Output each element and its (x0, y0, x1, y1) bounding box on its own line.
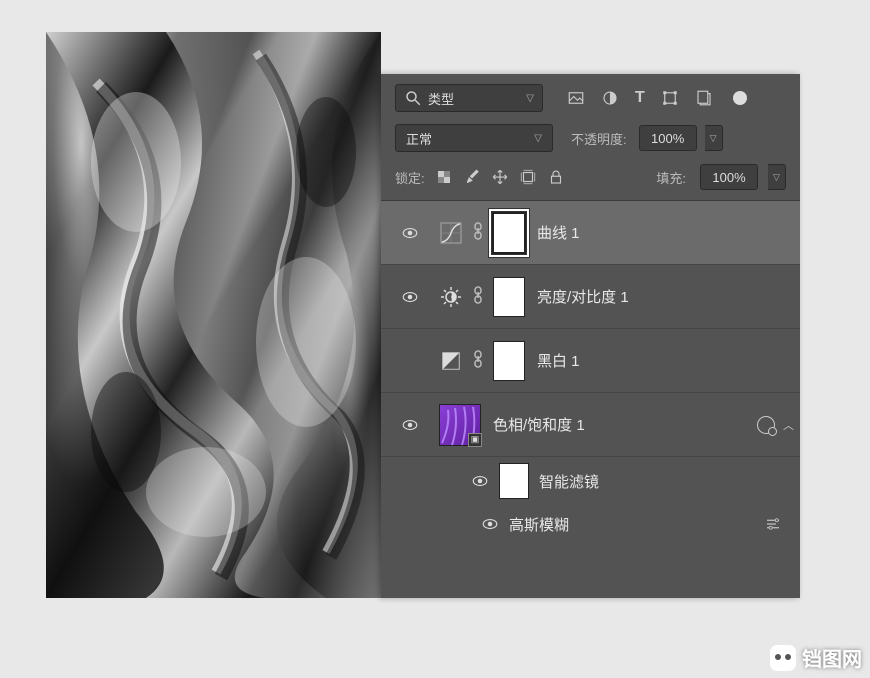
lock-fill-row: 锁定: 填充: 100% ▽ (381, 160, 800, 201)
fill-value: 100% (712, 170, 745, 185)
filter-type-select[interactable]: 类型 ▽ (395, 84, 543, 112)
layer-name: 曲线 1 (537, 222, 580, 243)
shape-filter-icon[interactable] (661, 89, 679, 107)
opacity-value: 100% (651, 131, 684, 146)
layer-name: 黑白 1 (537, 350, 580, 371)
smartobject-badge-icon: ▣ (468, 433, 482, 447)
visibility-icon[interactable] (401, 288, 419, 306)
layer-filter-row: 类型 ▽ T (381, 74, 800, 120)
smart-filter-item[interactable]: 高斯模糊 (381, 505, 800, 543)
image-filter-icon[interactable] (567, 89, 585, 107)
layer-curves[interactable]: 曲线 1 (381, 201, 800, 265)
opacity-field[interactable]: 100% (639, 125, 697, 151)
lock-transparent-icon[interactable] (435, 168, 453, 186)
fill-dropdown[interactable]: ▽ (768, 164, 786, 190)
lock-artboard-icon[interactable] (519, 168, 537, 186)
blackwhite-icon (439, 349, 463, 373)
layer-mask[interactable] (493, 341, 525, 381)
visibility-icon[interactable] (401, 416, 419, 434)
chevron-up-icon[interactable]: ︿ (783, 417, 794, 433)
curves-icon (439, 221, 463, 245)
layer-mask[interactable] (493, 213, 525, 253)
lock-position-icon[interactable] (491, 168, 509, 186)
lock-label: 锁定: (395, 168, 425, 187)
lock-all-icon[interactable] (547, 168, 565, 186)
layer-brightness[interactable]: 亮度/对比度 1 (381, 265, 800, 329)
smartobject-thumbnail[interactable]: ▣ (439, 404, 481, 446)
document-canvas[interactable] (46, 32, 381, 598)
opacity-label: 不透明度: (571, 129, 627, 148)
filter-toggle[interactable] (733, 91, 747, 105)
layer-name: 色相/饱和度 1 (493, 414, 585, 435)
layers-panel: 类型 ▽ T 正常 ▽ 不透明度: 100% ▽ 锁定: (381, 74, 800, 598)
smart-filters-label: 智能滤镜 (539, 471, 599, 492)
smart-filters-header[interactable]: 智能滤镜 (381, 457, 800, 505)
chevron-down-icon: ▽ (526, 93, 534, 104)
filter-type-label: 类型 (428, 89, 454, 108)
layers-list: 曲线 1 亮度/对比度 1 黑白 1 (381, 201, 800, 598)
watermark-text: 铛图网 (802, 643, 862, 672)
blend-mode-value: 正常 (406, 129, 432, 148)
fill-label: 填充: (656, 168, 686, 187)
smartobject-filter-icon[interactable] (695, 89, 713, 107)
text-filter-icon[interactable]: T (635, 89, 645, 107)
filter-name: 高斯模糊 (509, 514, 569, 535)
fill-field[interactable]: 100% (700, 164, 758, 190)
link-icon[interactable] (471, 222, 485, 243)
layer-huesat[interactable]: ▣ 色相/饱和度 1 ︿ (381, 393, 800, 457)
filter-effects-icon[interactable] (757, 416, 775, 434)
watermark-icon (770, 645, 796, 671)
layer-mask[interactable] (493, 277, 525, 317)
link-icon[interactable] (471, 350, 485, 371)
layer-name: 亮度/对比度 1 (537, 286, 629, 307)
visibility-icon[interactable] (471, 472, 489, 490)
lock-brush-icon[interactable] (463, 168, 481, 186)
filter-options-icon[interactable] (764, 515, 782, 533)
opacity-dropdown[interactable]: ▽ (705, 125, 723, 151)
blend-mode-select[interactable]: 正常 ▽ (395, 124, 553, 152)
blend-opacity-row: 正常 ▽ 不透明度: 100% ▽ (381, 120, 800, 160)
layer-blackwhite[interactable]: 黑白 1 (381, 329, 800, 393)
search-icon (404, 89, 422, 107)
chevron-down-icon: ▽ (534, 133, 542, 144)
filter-mask[interactable] (499, 463, 529, 499)
adjustment-filter-icon[interactable] (601, 89, 619, 107)
link-icon[interactable] (471, 286, 485, 307)
watermark: 铛图网 (770, 643, 862, 672)
visibility-icon[interactable] (401, 224, 419, 242)
brightness-icon (439, 285, 463, 309)
visibility-icon[interactable] (481, 515, 499, 533)
